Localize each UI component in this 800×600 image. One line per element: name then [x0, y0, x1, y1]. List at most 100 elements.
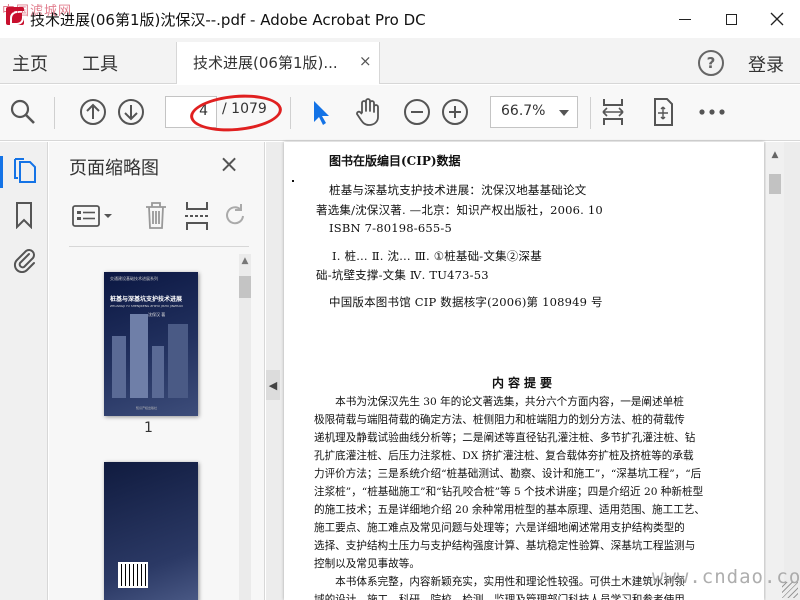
cip-line: 础-坑壁支撑-文集 Ⅳ. TU473-53: [316, 268, 489, 282]
thumbnails-pane: 页面缩略图 × 交通建设基础技术进展系列 桩基与深基坑支护技术进展 ZHUANG…: [49, 142, 265, 600]
abstract-line: 力评价方法；三是系统介绍“桩基础测试、勘察、设计和施工”，“深基坑工程”，“后: [314, 468, 702, 480]
cover-subtitle: ZHUANGJI YU SHENJIKENG ZHIHU JISHU JINZH…: [110, 304, 183, 308]
page-thumbnails-button[interactable]: [9, 156, 39, 186]
zoom-in-button[interactable]: [440, 97, 470, 127]
delete-page-button[interactable]: [143, 200, 169, 232]
cursor-arrow-icon: [314, 101, 329, 125]
fit-page-button[interactable]: [648, 97, 678, 127]
abstract-line: 控制以及常见事故等。: [314, 558, 420, 570]
menu-tab-bar: 主页 工具 技术进展(06第1版)... × ? 登录: [0, 38, 800, 84]
toolbar-separator: [290, 97, 291, 129]
options-menu-button[interactable]: [71, 202, 115, 230]
window-title: 技术进展(06第1版)沈保汉--.pdf - Adobe Acrobat Pro…: [30, 11, 426, 29]
document-scroll-thumb[interactable]: [769, 174, 781, 194]
abstract-heading: 内容提要: [491, 376, 556, 390]
page-mark: [292, 180, 294, 182]
page-thumbnail-2[interactable]: [104, 462, 198, 600]
cover-building: [152, 346, 164, 398]
maximize-icon: [725, 13, 737, 25]
page-thumbnail-1[interactable]: 交通建设基础技术进展系列 桩基与深基坑支护技术进展 ZHUANGJI YU SH…: [104, 272, 198, 416]
pdf-page[interactable]: 图书在版编目(CIP)数据 桩基与深基坑支护技术进展：沈保汉地基基础论文 著选集…: [284, 142, 764, 600]
bookmarks-button[interactable]: [9, 200, 39, 230]
document-area: ◀ 图书在版编目(CIP)数据 桩基与深基坑支护技术进展：沈保汉地基基础论文 著…: [266, 142, 800, 600]
abstract-line: 的施工技术；五是详细地介绍 20 余种常用桩型的基本原理、适用范围、施工工艺、: [314, 504, 705, 516]
cover-title: 桩基与深基坑支护技术进展: [110, 296, 183, 303]
title-bar: 中国滤城网 技术进展(06第1版)沈保汉--.pdf - Adobe Acrob…: [0, 0, 800, 38]
toolbar-separator: [590, 97, 591, 129]
resize-grip[interactable]: [782, 582, 798, 598]
abstract-line: 本书体系完整，内容新颖充实，实用性和理论性较强。可供土木建筑水利领: [314, 576, 685, 588]
cover-publisher: 知识产权出版社: [136, 406, 158, 410]
toolbar-separator: [54, 97, 55, 129]
cip-line: 桩基与深基坑支护技术进展：沈保汉地基基础论文: [329, 183, 587, 197]
close-window-button[interactable]: [754, 0, 800, 38]
previous-page-button[interactable]: [78, 97, 108, 127]
more-icon: [699, 109, 725, 115]
select-tool-button[interactable]: [305, 97, 335, 127]
search-icon: [10, 99, 35, 124]
left-rail: [0, 142, 48, 600]
fit-width-button[interactable]: [598, 97, 628, 127]
thumbnails-close-button[interactable]: ×: [219, 150, 239, 178]
active-indicator: [0, 156, 3, 188]
abstract-line: 极限荷载与端阻荷载的确定方法、桩侧阻力和桩端阻力的划分方法、桩的荷载传: [314, 414, 685, 426]
abstract-line: 选择、支护结构土压力与支护结构强度计算、基坑稳定性验算、深基坑工程监测与: [314, 540, 696, 552]
cip-line: Ⅰ. 桩… Ⅱ. 沈… Ⅲ. ①桩基础-文集②深基: [332, 249, 542, 263]
cip-line: 中国版本图书馆 CIP 数据核字(2006)第 108949 号: [329, 295, 603, 309]
cip-line: 著选集/沈保汉著. —北京：知识产权出版社，2006. 10: [316, 203, 603, 217]
attachments-button[interactable]: [9, 244, 39, 274]
hand-icon: [356, 98, 379, 126]
collapse-pane-button[interactable]: ◀: [266, 370, 280, 400]
cover-building: [112, 336, 126, 398]
fit-page-icon: [654, 98, 673, 126]
chevron-down-icon: [559, 110, 569, 116]
document-tab[interactable]: 技术进展(06第1版)... ×: [176, 42, 380, 84]
cip-line: ISBN 7-80198-655-5: [329, 221, 453, 235]
rotate-icon: [226, 204, 244, 225]
thumbnails-title: 页面缩略图: [69, 158, 159, 179]
insert-page-button[interactable]: [183, 200, 211, 232]
zoom-out-button[interactable]: [402, 97, 432, 127]
next-page-button[interactable]: [116, 97, 146, 127]
list-options-icon: [72, 205, 112, 227]
more-options-button[interactable]: [697, 97, 727, 127]
thumbnails-scroll-thumb[interactable]: [239, 276, 251, 298]
rotate-page-button[interactable]: [223, 202, 249, 230]
page-thumbnail-label: 1: [144, 420, 153, 436]
scroll-up-icon[interactable]: ▲: [239, 256, 251, 268]
menu-home[interactable]: 主页: [12, 50, 48, 76]
tab-close-button[interactable]: ×: [359, 52, 372, 70]
cover-author: 沈保汉 著: [148, 312, 166, 317]
minimize-button[interactable]: [662, 0, 708, 38]
trash-icon: [146, 202, 166, 229]
minimize-icon: [679, 18, 691, 20]
login-button[interactable]: 登录: [748, 51, 784, 77]
zoom-select[interactable]: 66.7%: [490, 96, 578, 128]
scroll-up-icon[interactable]: ▲: [766, 150, 784, 160]
abstract-line: 注浆桩”，“桩基础施工”和“钻孔咬合桩”等 5 个技术讲座；四是介绍近 20 种…: [314, 486, 704, 498]
arrow-down-circle-icon: [118, 99, 144, 125]
watermark-bottom: www.cndao.com: [652, 566, 800, 588]
cover-building: [130, 314, 148, 398]
maximize-button[interactable]: [708, 0, 754, 38]
page-break-icon: [185, 202, 209, 230]
close-icon: [770, 12, 784, 26]
abstract-line: 孔扩底灌注桩、后压力注浆桩、DX 挤扩灌注桩、复合载体夯扩桩及挤桩等的承载: [314, 450, 694, 462]
thumbnails-scrollbar[interactable]: ▲: [239, 254, 251, 600]
menu-tools[interactable]: 工具: [82, 50, 118, 76]
hand-tool-button[interactable]: [352, 97, 382, 127]
help-button[interactable]: ?: [698, 50, 724, 76]
cip-heading: 图书在版编目(CIP)数据: [329, 154, 461, 168]
paperclip-icon: [13, 249, 35, 273]
bookmark-icon: [16, 202, 32, 229]
arrow-up-circle-icon: [80, 99, 106, 125]
zoom-value: 66.7%: [501, 103, 546, 119]
abstract-line: 递机理及静载试验曲线分析等；二是阐述等直径钻孔灌注桩、多节扩孔灌注桩、钻: [314, 432, 696, 444]
barcode-image: [118, 562, 148, 588]
zoom-out-icon: [404, 99, 430, 125]
search-button[interactable]: [8, 97, 38, 127]
document-scrollbar[interactable]: ▲: [766, 142, 784, 600]
chevron-left-icon: ◀: [268, 378, 278, 392]
cover-series: 交通建设基础技术进展系列: [110, 276, 158, 281]
pages-icon: [14, 158, 36, 183]
